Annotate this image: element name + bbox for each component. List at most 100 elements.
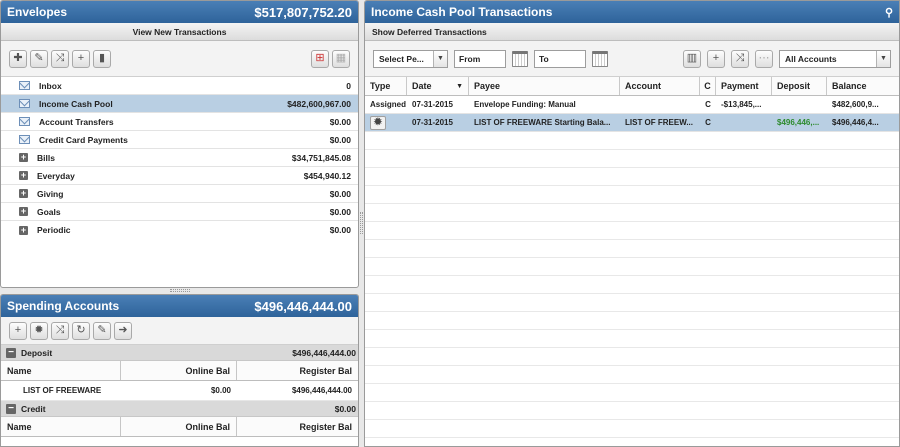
show-deferred-button[interactable]: Show Deferred Transactions <box>365 23 899 41</box>
more-icon[interactable]: ⋯ <box>755 49 773 68</box>
app-root: Envelopes $517,807,752.20 View New Trans… <box>0 0 900 447</box>
grid-icon[interactable]: ▦ <box>332 49 350 68</box>
add-envelope-icon[interactable]: ✚ <box>9 49 27 68</box>
account-group-deposit[interactable]: − Deposit $496,446,444.00 <box>1 345 358 361</box>
envelope-group-everyday[interactable]: + Everyday $454,940.12 <box>1 167 358 185</box>
envelope-item-credit-card-payments[interactable]: Credit Card Payments $0.00 <box>1 131 358 149</box>
edit-icon[interactable]: ✎ <box>93 321 111 340</box>
period-select[interactable]: Select Pe... ▼ <box>373 49 448 68</box>
column-type[interactable]: Type <box>365 77 407 95</box>
group-total: $0.00 <box>334 403 356 414</box>
expand-icon[interactable]: + <box>19 207 28 216</box>
mail-icon <box>19 135 30 144</box>
envelope-item-inbox[interactable]: Inbox 0 <box>1 77 358 95</box>
trash-icon[interactable]: ▮ <box>93 49 111 68</box>
column-cleared[interactable]: C <box>700 77 716 95</box>
empty-row <box>365 258 899 276</box>
search-icon[interactable]: ⚲ <box>885 6 893 19</box>
import-icon[interactable]: ➜ <box>114 321 132 340</box>
empty-row <box>365 366 899 384</box>
gear-icon[interactable]: ✹ <box>370 115 386 130</box>
expand-icon[interactable]: + <box>19 171 28 180</box>
envelopes-titlebar: Envelopes $517,807,752.20 <box>1 1 358 23</box>
empty-row <box>365 276 899 294</box>
column-account[interactable]: Account <box>620 77 700 95</box>
view-new-transactions-button[interactable]: View New Transactions <box>1 23 358 41</box>
empty-row <box>365 294 899 312</box>
chevron-down-icon: ▼ <box>433 50 447 67</box>
empty-row <box>365 384 899 402</box>
envelope-group-periodic[interactable]: + Periodic $0.00 <box>1 221 358 239</box>
to-date-input[interactable]: To <box>534 49 586 68</box>
column-register-bal[interactable]: Register Bal <box>237 361 358 380</box>
account-row[interactable]: LIST OF FREEWARE $0.00 $496,446,444.00 <box>1 381 358 401</box>
plus-icon[interactable]: + <box>707 49 725 68</box>
shuffle-icon[interactable]: ⤨ <box>731 49 749 68</box>
column-date[interactable]: Date ▼ <box>407 77 469 95</box>
transactions-list: Assigned 07-31-2015 Envelope Funding: Ma… <box>365 96 899 446</box>
empty-row <box>365 312 899 330</box>
column-online-bal[interactable]: Online Bal <box>121 361 237 380</box>
column-name[interactable]: Name <box>1 361 121 380</box>
column-payee[interactable]: Payee <box>469 77 620 95</box>
mail-icon <box>19 117 30 126</box>
envelope-group-giving[interactable]: + Giving $0.00 <box>1 185 358 203</box>
envelope-item-income-cash-pool[interactable]: Income Cash Pool $482,600,967.00 <box>1 95 358 113</box>
plus-icon[interactable]: + <box>9 321 27 340</box>
shuffle-icon[interactable]: ⤨ <box>51 321 69 340</box>
accounts-select[interactable]: All Accounts ▼ <box>779 49 891 68</box>
empty-row <box>365 186 899 204</box>
envelopes-title: Envelopes <box>7 5 68 19</box>
column-online-bal[interactable]: Online Bal <box>121 417 237 436</box>
spending-total: $496,446,444.00 <box>254 298 352 314</box>
transactions-filter-bar: Select Pe... ▼ From To ▥ + ⤨ ⋯ All Accou… <box>365 41 899 77</box>
horizontal-splitter[interactable] <box>170 289 190 292</box>
transaction-row[interactable]: Assigned 07-31-2015 Envelope Funding: Ma… <box>365 96 899 114</box>
envelopes-panel: Envelopes $517,807,752.20 View New Trans… <box>0 0 359 288</box>
fill-envelopes-icon[interactable]: ⊞ <box>311 49 329 68</box>
empty-row <box>365 222 899 240</box>
column-name[interactable]: Name <box>1 417 121 436</box>
transactions-header: Type Date ▼ Payee Account C Payment Depo… <box>365 77 899 96</box>
envelope-group-goals[interactable]: + Goals $0.00 <box>1 203 358 221</box>
credit-table-header: Name Online Bal Register Bal <box>1 417 358 437</box>
from-date-input[interactable]: From <box>454 49 506 68</box>
collapse-icon[interactable]: − <box>6 347 16 358</box>
empty-row <box>365 240 899 258</box>
column-register-bal[interactable]: Register Bal <box>237 417 358 436</box>
expand-icon[interactable]: + <box>19 189 28 198</box>
sort-down-icon: ▼ <box>456 82 463 90</box>
collapse-icon[interactable]: − <box>6 403 16 414</box>
empty-row <box>365 150 899 168</box>
column-balance[interactable]: Balance <box>827 77 894 95</box>
account-group-credit[interactable]: − Credit $0.00 <box>1 401 358 417</box>
transactions-title: Income Cash Pool Transactions <box>371 5 553 19</box>
inbox-icon <box>19 81 30 90</box>
empty-row <box>365 204 899 222</box>
expand-icon[interactable]: + <box>19 225 28 235</box>
refresh-icon[interactable]: ↻ <box>72 321 90 340</box>
vertical-splitter[interactable] <box>360 212 363 234</box>
column-deposit[interactable]: Deposit <box>772 77 827 95</box>
spending-title: Spending Accounts <box>7 299 120 313</box>
plus-icon[interactable]: + <box>72 49 90 68</box>
spending-accounts-panel: Spending Accounts $496,446,444.00 + ✹ ⤨ … <box>0 294 359 447</box>
spending-titlebar: Spending Accounts $496,446,444.00 <box>1 295 358 317</box>
empty-row <box>365 132 899 150</box>
expand-icon[interactable]: + <box>19 153 28 162</box>
transactions-titlebar: Income Cash Pool Transactions ⚲ <box>365 1 899 23</box>
gear-icon[interactable]: ✹ <box>30 321 48 340</box>
tag-icon[interactable]: ✎ <box>30 49 48 68</box>
calendar-icon[interactable] <box>592 50 608 67</box>
transaction-row[interactable]: ✹ 07-31-2015 LIST OF FREEWARE Starting B… <box>365 114 899 132</box>
empty-row <box>365 168 899 186</box>
envelope-item-account-transfers[interactable]: Account Transfers $0.00 <box>1 113 358 131</box>
columns-icon[interactable]: ▥ <box>683 49 701 68</box>
envelopes-toolbar: ✚ ✎ ⤨ + ▮ ⊞ ▦ <box>1 41 358 77</box>
empty-row <box>365 402 899 420</box>
shuffle-icon[interactable]: ⤨ <box>51 49 69 68</box>
calendar-icon[interactable] <box>512 50 528 67</box>
envelope-group-bills[interactable]: + Bills $34,751,845.08 <box>1 149 358 167</box>
column-payment[interactable]: Payment <box>716 77 772 95</box>
group-total: $496,446,444.00 <box>292 347 356 358</box>
